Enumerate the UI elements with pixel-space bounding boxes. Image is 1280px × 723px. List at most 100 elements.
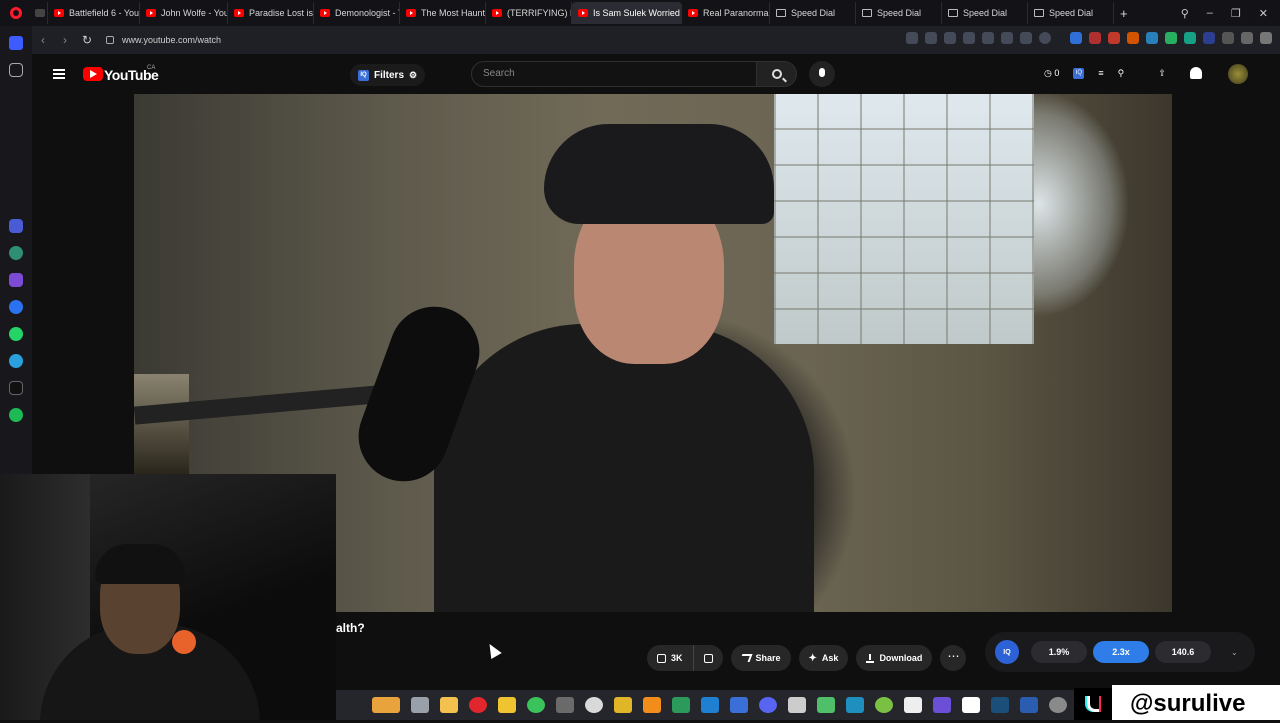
- tab-item[interactable]: Speed Dial: [856, 2, 942, 24]
- extension-icon[interactable]: [1089, 32, 1101, 44]
- tab-item[interactable]: Battlefield 6 - YouT: [48, 2, 140, 24]
- new-tab-button[interactable]: +: [1114, 2, 1134, 24]
- upload-icon[interactable]: ⇧: [1158, 68, 1166, 79]
- queue-icon[interactable]: ≡: [1098, 68, 1103, 78]
- minimize-icon[interactable]: –: [1207, 7, 1213, 19]
- search-tabs-icon[interactable]: ⚲: [1181, 7, 1189, 20]
- messenger-icon[interactable]: [9, 300, 23, 314]
- aria-icon[interactable]: [9, 219, 23, 233]
- camera-icon[interactable]: [925, 32, 937, 44]
- search-button[interactable]: [757, 61, 797, 87]
- voice-search-icon[interactable]: [809, 61, 835, 87]
- whatsapp-icon[interactable]: [9, 327, 23, 341]
- edit-icon[interactable]: [906, 32, 918, 44]
- extension-icon[interactable]: [1070, 32, 1082, 44]
- extension-icon[interactable]: [1184, 32, 1196, 44]
- tab-item[interactable]: [32, 2, 48, 24]
- restore-icon[interactable]: ❐: [1231, 7, 1241, 20]
- tab-item[interactable]: (TERRIFYING) DEA: [486, 2, 572, 24]
- taskbar-app-icon[interactable]: [788, 697, 806, 713]
- close-icon[interactable]: ✕: [1259, 7, 1268, 20]
- twitch-icon[interactable]: [9, 273, 23, 287]
- heart-icon[interactable]: [982, 32, 994, 44]
- taskbar-app-icon[interactable]: [904, 697, 922, 713]
- avatar[interactable]: [1228, 64, 1248, 84]
- x-icon[interactable]: [9, 381, 23, 395]
- chevron-down-icon[interactable]: ⌄: [1231, 648, 1238, 657]
- extension-icon[interactable]: [1222, 32, 1234, 44]
- tab-item-active[interactable]: Is Sam Sulek Worried: [572, 2, 682, 24]
- chatgpt-icon[interactable]: [9, 246, 23, 260]
- taskbar-app-icon[interactable]: [672, 697, 690, 713]
- capcut-icon[interactable]: [962, 697, 980, 713]
- tab-item[interactable]: Speed Dial: [770, 2, 856, 24]
- tab-item[interactable]: Paradise Lost is Bik: [228, 2, 314, 24]
- back-icon[interactable]: ‹: [32, 33, 54, 47]
- iq-extension-icon[interactable]: IQ: [1073, 67, 1085, 79]
- taskbar-app-icon[interactable]: [875, 697, 893, 713]
- taskbar-app-icon[interactable]: [585, 697, 603, 713]
- stat-engagement[interactable]: 1.9%: [1031, 641, 1087, 663]
- taskbar-app-icon[interactable]: [701, 697, 719, 713]
- settings-gear-icon[interactable]: [1049, 697, 1067, 713]
- reload-icon[interactable]: ↻: [76, 33, 98, 47]
- share-button[interactable]: Share: [730, 645, 791, 671]
- taskbar-app-icon[interactable]: [556, 697, 574, 713]
- extension-icon[interactable]: [1203, 32, 1215, 44]
- opera-icon[interactable]: [469, 697, 487, 713]
- discord-icon[interactable]: [759, 697, 777, 713]
- filters-button[interactable]: IQ Filters ⚙: [350, 64, 426, 86]
- steam-icon[interactable]: [991, 697, 1009, 713]
- extension-icon[interactable]: [1165, 32, 1177, 44]
- more-actions-button[interactable]: ⋯: [940, 645, 967, 671]
- telegram-icon[interactable]: [9, 354, 23, 368]
- home-icon[interactable]: [9, 36, 23, 50]
- taskbar-app-icon[interactable]: [372, 697, 400, 713]
- taskbar-app-icon[interactable]: [498, 697, 516, 713]
- rss-icon[interactable]: [1127, 32, 1139, 44]
- spotify-icon[interactable]: [9, 408, 23, 422]
- iq-logo-icon[interactable]: IQ: [995, 640, 1019, 664]
- notifications-bell-icon[interactable]: [1189, 67, 1202, 79]
- star-icon[interactable]: [9, 63, 23, 77]
- youtube-logo-icon[interactable]: [83, 67, 103, 81]
- extension-icon[interactable]: [1108, 32, 1120, 44]
- tab-item[interactable]: The Most Haunted: [400, 2, 486, 24]
- download-button[interactable]: Download: [856, 645, 933, 671]
- taskbar-app-icon[interactable]: [1020, 697, 1038, 713]
- taskbar-app-icon[interactable]: [614, 697, 632, 713]
- extension-icon[interactable]: [1260, 32, 1272, 44]
- extension-icon[interactable]: [1241, 32, 1253, 44]
- dislike-button[interactable]: [693, 645, 723, 671]
- tab-item[interactable]: Speed Dial: [1028, 2, 1114, 24]
- shield-icon[interactable]: [944, 32, 956, 44]
- opera-logo-icon[interactable]: [0, 0, 32, 26]
- tab-item[interactable]: Real Paranormal Ex: [682, 2, 770, 24]
- extension-icon[interactable]: [1146, 32, 1158, 44]
- vlc-icon[interactable]: [643, 697, 661, 713]
- taskbar-app-icon[interactable]: [411, 697, 429, 713]
- clock-counter[interactable]: ◷ 0: [1044, 68, 1059, 79]
- search-input[interactable]: Search: [471, 61, 757, 87]
- stat-multiplier[interactable]: 2.3x: [1093, 641, 1149, 663]
- profile-icon[interactable]: [1039, 32, 1051, 44]
- stat-score[interactable]: 140.6: [1155, 641, 1211, 663]
- extension-icon[interactable]: ⚲: [1118, 68, 1125, 79]
- tab-item[interactable]: Speed Dial: [942, 2, 1028, 24]
- forward-icon[interactable]: ›: [54, 33, 76, 47]
- hamburger-menu-icon[interactable]: [53, 69, 65, 79]
- url-field[interactable]: www.youtube.com/watch: [122, 35, 221, 45]
- taskbar-app-icon[interactable]: [730, 697, 748, 713]
- download-icon[interactable]: [1001, 32, 1013, 44]
- ask-button[interactable]: ✦ Ask: [798, 645, 849, 671]
- tab-item[interactable]: John Wolfe - YouTu: [140, 2, 228, 24]
- play-icon[interactable]: [963, 32, 975, 44]
- menu-icon[interactable]: [1020, 32, 1032, 44]
- taskbar-app-icon[interactable]: [817, 697, 835, 713]
- like-button[interactable]: 3K: [647, 645, 694, 671]
- taskbar-app-icon[interactable]: [527, 697, 545, 713]
- file-explorer-icon[interactable]: [440, 697, 458, 713]
- tab-item[interactable]: Demonologist - Yo: [314, 2, 400, 24]
- taskbar-app-icon[interactable]: [933, 697, 951, 713]
- taskbar-app-icon[interactable]: [846, 697, 864, 713]
